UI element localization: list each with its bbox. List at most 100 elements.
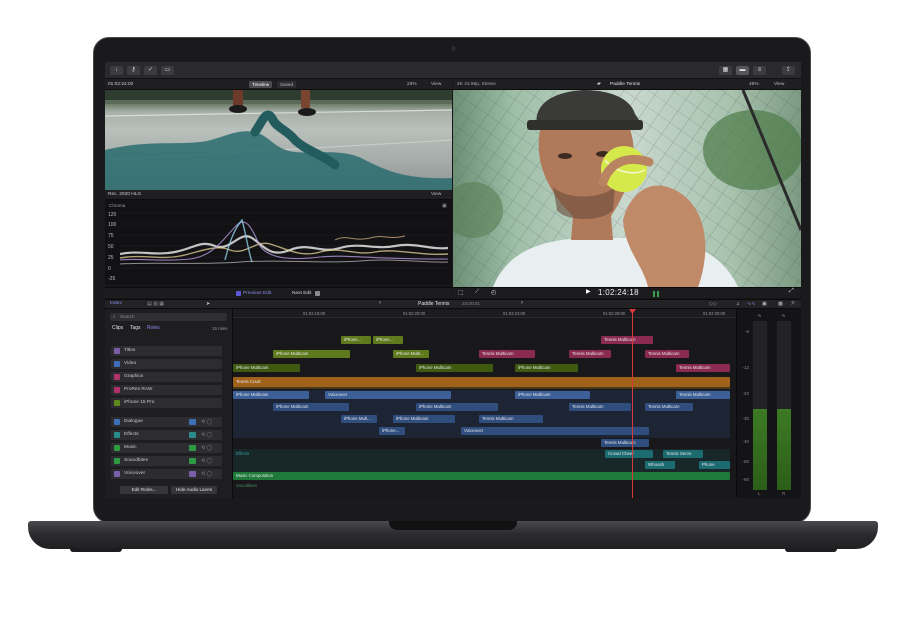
timeline-clip[interactable]: Tennis Multicam xyxy=(676,391,730,399)
timeline-clip[interactable]: iPhone Multicam xyxy=(233,391,309,399)
role-row-titles[interactable]: Titles xyxy=(111,346,222,356)
role-checkbox[interactable] xyxy=(114,387,120,393)
audio-waveform-icon[interactable]: ∿∿ xyxy=(747,301,755,307)
role-checkbox[interactable] xyxy=(114,400,120,406)
play-icon[interactable]: ▶ xyxy=(586,288,591,295)
lane-toggle[interactable] xyxy=(189,445,196,451)
timeline-clip[interactable]: Phone xyxy=(699,461,730,469)
tab-clips[interactable]: Clips xyxy=(112,325,123,331)
inspector-icon[interactable]: ≡ xyxy=(753,66,766,75)
lane-toggle[interactable] xyxy=(189,471,196,477)
lane-toggle[interactable] xyxy=(189,432,196,438)
timeline-clip[interactable]: iPhone... xyxy=(373,336,403,344)
timeline-clip[interactable]: iPhone... xyxy=(341,336,371,344)
effects-browser-icon[interactable]: ▩ xyxy=(778,301,783,307)
timeline-clip[interactable]: Tennis Multicam xyxy=(645,403,693,411)
role-row-soundbites[interactable]: Soundbites ⟲ ◯ xyxy=(111,456,222,466)
lane-toggle[interactable] xyxy=(189,419,196,425)
fullscreen-icon[interactable]: ⤢ xyxy=(789,288,794,295)
clip-view-icon[interactable]: ▣ xyxy=(762,301,767,307)
window-icon[interactable]: ▬ xyxy=(736,66,749,75)
role-checkbox[interactable] xyxy=(114,348,120,354)
focus-icon[interactable]: ⟲ ◯ xyxy=(201,430,212,440)
skimming-icon[interactable]: ◇◇ xyxy=(709,301,717,307)
timeline-clip[interactable]: iPhone Multicam xyxy=(515,364,578,372)
role-checkbox[interactable] xyxy=(114,471,120,477)
tab-tags[interactable]: Tags xyxy=(130,325,141,331)
timeline-clip[interactable]: iPhone Multicam xyxy=(233,364,300,372)
timeline-clip[interactable]: Tennis Multicam xyxy=(676,364,730,372)
check-icon[interactable]: ✓ xyxy=(144,66,157,75)
focus-icon[interactable]: ⟲ ◯ xyxy=(201,443,212,453)
import-icon[interactable]: ↓ xyxy=(110,66,123,75)
timeline-clip[interactable]: iPhone... xyxy=(379,427,405,435)
tab-timeline[interactable]: Timeline xyxy=(249,81,273,88)
role-checkbox[interactable] xyxy=(114,419,120,425)
role-row-music[interactable]: Music ⟲ ◯ xyxy=(111,443,222,453)
tab-roles[interactable]: Roles xyxy=(147,325,160,331)
timeline-clip[interactable]: iPhone Multicam xyxy=(273,403,349,411)
speed-icon[interactable]: ◴ xyxy=(491,289,496,296)
select-tool-icon[interactable]: ➤ xyxy=(206,301,210,307)
role-checkbox[interactable] xyxy=(114,374,120,380)
transform-icon[interactable]: ⬚ xyxy=(458,289,464,296)
forward-arrow-icon[interactable]: › xyxy=(521,300,523,306)
role-row-voiceover[interactable]: Voiceover ⟲ ◯ xyxy=(111,469,222,479)
timeline-clip[interactable]: Whoosh xyxy=(645,461,675,469)
viewer-zoom[interactable]: 45% xyxy=(749,79,759,90)
transport-timecode[interactable]: 1:02:24:18 xyxy=(598,288,639,297)
role-row-video[interactable]: Video xyxy=(111,359,222,369)
focus-icon[interactable]: ⟲ ◯ xyxy=(201,456,212,466)
index-button[interactable]: Index xyxy=(110,301,122,306)
timeline-clip[interactable]: Tennis Multicam xyxy=(479,350,535,358)
view-menu[interactable]: View xyxy=(431,79,441,90)
timeline-clip[interactable]: Tennis Multicam xyxy=(569,403,631,411)
timeline-clip[interactable]: iPhone Multicam xyxy=(393,415,455,423)
grid-icon[interactable]: ▦ xyxy=(719,66,732,75)
lane-toggle[interactable] xyxy=(189,458,196,464)
timeline-clip[interactable]: iPhone Multicam xyxy=(416,364,493,372)
role-row-iphone-15-pro[interactable]: iPhone 15 Pro xyxy=(111,398,222,408)
role-checkbox[interactable] xyxy=(114,458,120,464)
role-checkbox[interactable] xyxy=(114,361,120,367)
timeline-clip[interactable]: Tennis Multicam xyxy=(645,350,689,358)
tab-saved[interactable]: Saved xyxy=(277,81,297,88)
headphones-icon[interactable]: ♫ xyxy=(736,301,740,307)
scope-settings-icon[interactable]: ▣ xyxy=(442,203,447,209)
back-arrow-icon[interactable]: ‹ xyxy=(379,300,381,306)
focus-icon[interactable]: ⟲ ◯ xyxy=(201,469,212,479)
role-checkbox[interactable] xyxy=(114,432,120,438)
timeline-clip[interactable]: Tennis Multicam xyxy=(569,350,611,358)
timeline-clip[interactable]: Tennis Multicam xyxy=(601,439,649,447)
clip-appearance-icon[interactable]: ▤ ▥ ▦ xyxy=(147,301,164,307)
tag-icon[interactable]: ▭ xyxy=(161,66,174,75)
playhead[interactable] xyxy=(632,309,633,498)
role-row-prores-raw[interactable]: ProRes RAW xyxy=(111,385,222,395)
search-input[interactable]: ⌕ Search xyxy=(110,313,227,321)
timeline-clip[interactable]: iPhone Multi... xyxy=(393,350,429,358)
timeline-clip[interactable]: iPhone Mult... xyxy=(341,415,377,423)
role-row-dialogue[interactable]: Dialogue ⟲ ◯ xyxy=(111,417,222,427)
timeline-clip[interactable]: Tennis Serve xyxy=(663,450,703,458)
scope-view-menu[interactable]: View xyxy=(431,190,441,200)
next-edit-button[interactable]: Next Edit xyxy=(292,288,311,299)
music-clip[interactable]: Music Composition xyxy=(233,472,730,480)
transitions-icon[interactable]: ⤧ xyxy=(791,301,795,307)
role-row-effects[interactable]: Effects ⟲ ◯ xyxy=(111,430,222,440)
timeline-clip[interactable]: Crowd Cheer xyxy=(605,450,653,458)
timeline-clip[interactable]: iPhone Multicam xyxy=(416,403,498,411)
role-row-graphics[interactable]: Graphics xyxy=(111,372,222,382)
primary-storyline-clip[interactable]: Tennis Court xyxy=(233,377,730,387)
previous-edit-button[interactable]: Previous Edit xyxy=(243,288,271,299)
timeline-clip[interactable]: Voiceover xyxy=(325,391,451,399)
viewer-view-menu[interactable]: View xyxy=(774,79,784,90)
zoom-level[interactable]: 23% xyxy=(407,79,417,90)
timeline-clip[interactable]: Tennis Multicam xyxy=(601,336,653,344)
edit-roles-button[interactable]: Edit Roles... xyxy=(120,486,168,494)
crop-icon[interactable]: ⟋ xyxy=(475,289,479,296)
timeline-clip[interactable]: Tennis Multicam xyxy=(479,415,543,423)
timeline-clip[interactable]: iPhone Multicam xyxy=(273,350,350,358)
focus-icon[interactable]: ⟲ ◯ xyxy=(201,417,212,427)
timeline-clip[interactable]: Voiceover xyxy=(461,427,649,435)
timeline-clip[interactable]: iPhone Multicam xyxy=(515,391,590,399)
